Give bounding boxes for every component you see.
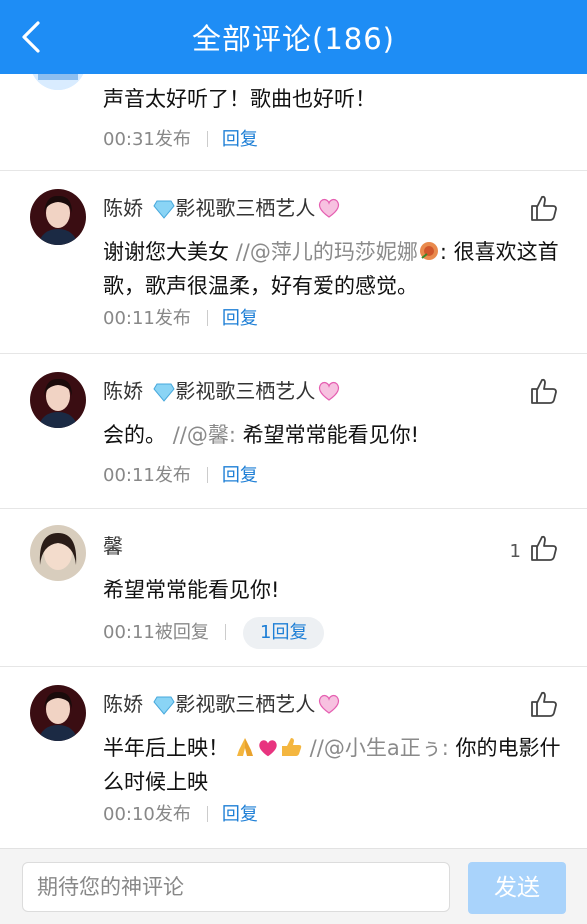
comment-text: 声音太好听了！歌曲也好听！ xyxy=(103,87,376,111)
thumbs-up-icon[interactable] xyxy=(529,533,559,563)
comment-input[interactable]: 期待您的神评论 xyxy=(22,862,450,912)
thumbs-up-emoji-icon xyxy=(279,736,303,767)
diamond-icon xyxy=(153,382,175,408)
comment-meta: 00:11发布 回复 xyxy=(103,464,258,488)
reply-link[interactable]: 回复 xyxy=(222,129,258,150)
app-header: 全部评论(186) xyxy=(0,0,587,74)
quoted-user[interactable]: //@小生a正ぅ: xyxy=(303,736,449,760)
user-name[interactable]: 陈娇 影视歌三栖艺人 xyxy=(103,195,341,225)
divider xyxy=(206,310,208,326)
divider xyxy=(206,806,208,822)
heart-icon xyxy=(317,381,341,407)
avatar[interactable] xyxy=(30,74,86,90)
comment-text: 半年后上映！ //@小生a正ぅ: 你的电影什么时候上映 xyxy=(103,736,561,794)
comment-meta: 00:31发布 回复 xyxy=(103,128,258,152)
heart-icon xyxy=(317,694,341,720)
thumbs-up-icon[interactable] xyxy=(529,193,559,223)
comment-text: 希望常常能看见你! xyxy=(103,578,280,602)
reply-link[interactable]: 回复 xyxy=(222,308,258,329)
comment-meta: 00:11被回复 xyxy=(103,621,240,645)
reply-link[interactable]: 回复 xyxy=(222,465,258,486)
user-name[interactable]: 馨 xyxy=(103,533,123,559)
divider xyxy=(206,131,208,147)
avatar[interactable] xyxy=(30,189,86,245)
comment-text: 谢谢您大美女 //@萍儿的玛莎妮娜: 很喜欢这首歌，歌声很温柔，好有爱的感觉。 xyxy=(103,240,559,298)
comment-item: 陈娇 影视歌三栖艺人 会的。 //@馨: 希望常常能看见你! 00:11发布 回复 xyxy=(0,354,587,509)
heart-icon xyxy=(317,198,341,224)
comment-item: 声音太好听了！歌曲也好听！ 00:31发布 回复 xyxy=(0,74,587,171)
avatar[interactable] xyxy=(30,372,86,428)
comment-item: 馨 1 希望常常能看见你! 00:11被回复 1回复 xyxy=(0,509,587,667)
user-tag: 影视歌三栖艺人 xyxy=(175,196,316,220)
avatar[interactable] xyxy=(30,525,86,581)
like-count: 1 xyxy=(509,541,521,562)
user-tag: 影视歌三栖艺人 xyxy=(175,379,316,403)
comment-meta: 00:10发布 回复 xyxy=(103,803,258,827)
send-button[interactable]: 发送 xyxy=(468,862,566,914)
quoted-user[interactable]: //@馨: xyxy=(173,423,236,447)
diamond-icon xyxy=(153,199,175,225)
divider xyxy=(206,467,208,483)
page-title: 全部评论(186) xyxy=(192,22,395,56)
comment-time: 00:11发布 xyxy=(103,308,191,329)
replies-button[interactable]: 1回复 xyxy=(243,617,325,649)
avatar[interactable] xyxy=(30,685,86,741)
comment-time: 00:31发布 xyxy=(103,129,191,150)
reply-link[interactable]: 回复 xyxy=(222,804,258,825)
comment-time: 00:11发布 xyxy=(103,465,191,486)
comment-input-bar: 期待您的神评论 发送 xyxy=(0,848,587,924)
quoted-user[interactable]: //@萍儿的玛莎妮娜 xyxy=(236,240,418,264)
user-name[interactable]: 陈娇 影视歌三栖艺人 xyxy=(103,378,341,408)
comment-time: 00:11被回复 xyxy=(103,622,209,643)
comment-item: 陈娇 影视歌三栖艺人 谢谢您大美女 //@萍儿的玛莎妮娜: 很喜欢这首歌，歌声很… xyxy=(0,171,587,354)
comment-time: 00:10发布 xyxy=(103,804,191,825)
comment-list: 声音太好听了！歌曲也好听！ 00:31发布 回复 陈娇 影视歌三栖艺人 谢谢您大美… xyxy=(0,74,587,848)
comment-text: 会的。 //@馨: 希望常常能看见你! xyxy=(103,423,420,447)
user-name[interactable]: 陈娇 影视歌三栖艺人 xyxy=(103,691,341,721)
divider xyxy=(224,624,226,640)
diamond-icon xyxy=(153,695,175,721)
heart-icon xyxy=(257,736,279,767)
pray-icon xyxy=(233,736,257,767)
comment-item: 陈娇 影视歌三栖艺人 半年后上映！ //@小生a正ぅ: 你的电影什么时候上映 0… xyxy=(0,667,587,848)
rose-icon xyxy=(418,240,440,271)
user-tag: 影视歌三栖艺人 xyxy=(175,692,316,716)
comment-meta: 00:11发布 回复 xyxy=(103,307,258,331)
thumbs-up-icon[interactable] xyxy=(529,376,559,406)
thumbs-up-icon[interactable] xyxy=(529,689,559,719)
